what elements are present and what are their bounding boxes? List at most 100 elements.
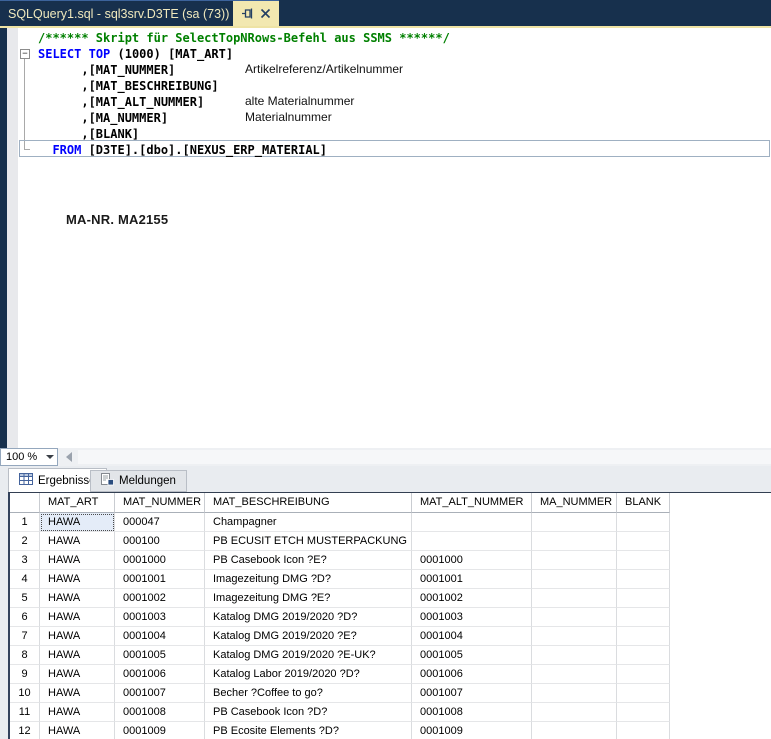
grid-cell[interactable]: HAWA — [40, 646, 115, 665]
grid-column-header[interactable]: MA_NUMMER — [532, 493, 617, 513]
grid-cell[interactable] — [532, 513, 617, 532]
grid-cell[interactable]: 0001001 — [115, 570, 205, 589]
grid-cell[interactable]: 0001002 — [115, 589, 205, 608]
close-icon[interactable] — [260, 8, 271, 19]
grid-cell[interactable]: HAWA — [40, 703, 115, 722]
grid-cell[interactable]: 0001003 — [115, 608, 205, 627]
scroll-left-button[interactable] — [62, 451, 76, 463]
code-lines[interactable]: /****** Skript für SelectTopNRows-Befehl… — [38, 30, 450, 158]
grid-cell[interactable]: 000047 — [115, 513, 205, 532]
row-number-cell[interactable]: 11 — [10, 703, 40, 722]
row-number-cell[interactable]: 9 — [10, 665, 40, 684]
grid-cell[interactable]: 0001004 — [115, 627, 205, 646]
grid-column-header[interactable]: MAT_ART — [40, 493, 115, 513]
row-number-cell[interactable]: 5 — [10, 589, 40, 608]
grid-cell[interactable]: 0001004 — [412, 627, 532, 646]
grid-cell[interactable]: Katalog DMG 2019/2020 ?E-UK? — [205, 646, 412, 665]
grid-cell[interactable]: 0001000 — [412, 551, 532, 570]
grid-cell[interactable]: Katalog DMG 2019/2020 ?E? — [205, 627, 412, 646]
row-number-cell[interactable]: 12 — [10, 722, 40, 739]
sql-editor[interactable]: − /****** Skript für SelectTopNRows-Befe… — [0, 28, 771, 448]
code-line[interactable]: FROM [D3TE].[dbo].[NEXUS_ERP_MATERIAL] — [38, 142, 450, 158]
grid-cell[interactable]: HAWA — [40, 627, 115, 646]
grid-cell[interactable]: 0001008 — [115, 703, 205, 722]
grid-cell[interactable]: Katalog Labor 2019/2020 ?D? — [205, 665, 412, 684]
grid-cell[interactable] — [617, 608, 670, 627]
grid-column-header[interactable]: MAT_NUMMER — [115, 493, 205, 513]
grid-cell[interactable]: 0001006 — [115, 665, 205, 684]
grid-cell[interactable]: 0001007 — [412, 684, 532, 703]
pin-icon[interactable] — [241, 7, 254, 20]
grid-cell[interactable]: 0001000 — [115, 551, 205, 570]
grid-cell[interactable]: 0001007 — [115, 684, 205, 703]
grid-cell[interactable]: Katalog DMG 2019/2020 ?D? — [205, 608, 412, 627]
grid-cell[interactable]: HAWA — [40, 665, 115, 684]
grid-cell[interactable] — [532, 703, 617, 722]
grid-cell[interactable]: 0001001 — [412, 570, 532, 589]
grid-column-header[interactable]: MAT_ALT_NUMMER — [412, 493, 532, 513]
grid-cell[interactable]: Imagezeitung DMG ?E? — [205, 589, 412, 608]
row-number-cell[interactable]: 7 — [10, 627, 40, 646]
row-number-cell[interactable]: 4 — [10, 570, 40, 589]
grid-cell[interactable]: 0001003 — [412, 608, 532, 627]
grid-cell[interactable] — [617, 703, 670, 722]
row-number-cell[interactable]: 8 — [10, 646, 40, 665]
grid-cell[interactable]: 0001005 — [115, 646, 205, 665]
grid-cell[interactable]: Becher ?Coffee to go? — [205, 684, 412, 703]
grid-column-header[interactable]: BLANK — [617, 493, 670, 513]
grid-cell[interactable]: HAWA — [40, 513, 115, 532]
grid-column-header[interactable]: MAT_BESCHREIBUNG — [205, 493, 412, 513]
grid-cell[interactable]: HAWA — [40, 532, 115, 551]
grid-cell[interactable]: HAWA — [40, 551, 115, 570]
grid-cell[interactable] — [532, 532, 617, 551]
grid-cell[interactable]: PB Casebook Icon ?E? — [205, 551, 412, 570]
grid-cell[interactable]: Imagezeitung DMG ?D? — [205, 570, 412, 589]
code-line[interactable]: ,[MAT_ALT_NUMMER] — [38, 94, 450, 110]
collapse-region-icon[interactable]: − — [20, 49, 30, 59]
grid-cell[interactable]: 0001008 — [412, 703, 532, 722]
grid-cell[interactable] — [532, 665, 617, 684]
grid-cell[interactable]: 000100 — [115, 532, 205, 551]
row-number-cell[interactable]: 1 — [10, 513, 40, 532]
grid-cell[interactable]: 0001005 — [412, 646, 532, 665]
grid-cell[interactable]: HAWA — [40, 608, 115, 627]
grid-cell[interactable]: PB ECUSIT ETCH MUSTERPACKUNG — [205, 532, 412, 551]
grid-cell[interactable] — [617, 646, 670, 665]
grid-cell[interactable] — [617, 551, 670, 570]
grid-cell[interactable]: 0001009 — [412, 722, 532, 739]
grid-cell[interactable]: 0001002 — [412, 589, 532, 608]
code-line[interactable]: /****** Skript für SelectTopNRows-Befehl… — [38, 30, 450, 46]
grid-cell[interactable] — [532, 646, 617, 665]
code-line[interactable]: ,[MA_NUMMER] — [38, 110, 450, 126]
grid-cell[interactable] — [532, 608, 617, 627]
document-tab[interactable]: SQLQuery1.sql - sql3srv.D3TE (sa (73)) — [0, 0, 279, 26]
grid-cell[interactable]: HAWA — [40, 722, 115, 739]
grid-cell[interactable]: 0001006 — [412, 665, 532, 684]
code-line[interactable]: SELECT TOP (1000) [MAT_ART] — [38, 46, 450, 62]
chevron-down-icon[interactable] — [43, 449, 57, 465]
grid-cell[interactable] — [532, 570, 617, 589]
row-number-cell[interactable]: 2 — [10, 532, 40, 551]
horizontal-scrollbar[interactable] — [78, 450, 771, 464]
grid-cell[interactable] — [617, 684, 670, 703]
row-number-cell[interactable]: 6 — [10, 608, 40, 627]
grid-cell[interactable]: HAWA — [40, 684, 115, 703]
grid-cell[interactable] — [412, 513, 532, 532]
grid-cell[interactable] — [532, 551, 617, 570]
grid-cell[interactable]: HAWA — [40, 589, 115, 608]
grid-cell[interactable] — [617, 627, 670, 646]
grid-cell[interactable] — [532, 684, 617, 703]
grid-cell[interactable] — [617, 722, 670, 739]
grid-cell[interactable] — [617, 532, 670, 551]
grid-cell[interactable] — [532, 589, 617, 608]
grid-cell[interactable]: Champagner — [205, 513, 412, 532]
grid-cell[interactable] — [617, 589, 670, 608]
tab-meldungen[interactable]: Meldungen — [90, 470, 187, 492]
grid-cell[interactable] — [532, 627, 617, 646]
row-number-cell[interactable]: 3 — [10, 551, 40, 570]
grid-cell[interactable]: 0001009 — [115, 722, 205, 739]
code-line[interactable]: ,[MAT_BESCHREIBUNG] — [38, 78, 450, 94]
grid-cell[interactable]: PB Casebook Icon ?D? — [205, 703, 412, 722]
grid-cell[interactable]: HAWA — [40, 570, 115, 589]
grid-cell[interactable] — [532, 722, 617, 739]
